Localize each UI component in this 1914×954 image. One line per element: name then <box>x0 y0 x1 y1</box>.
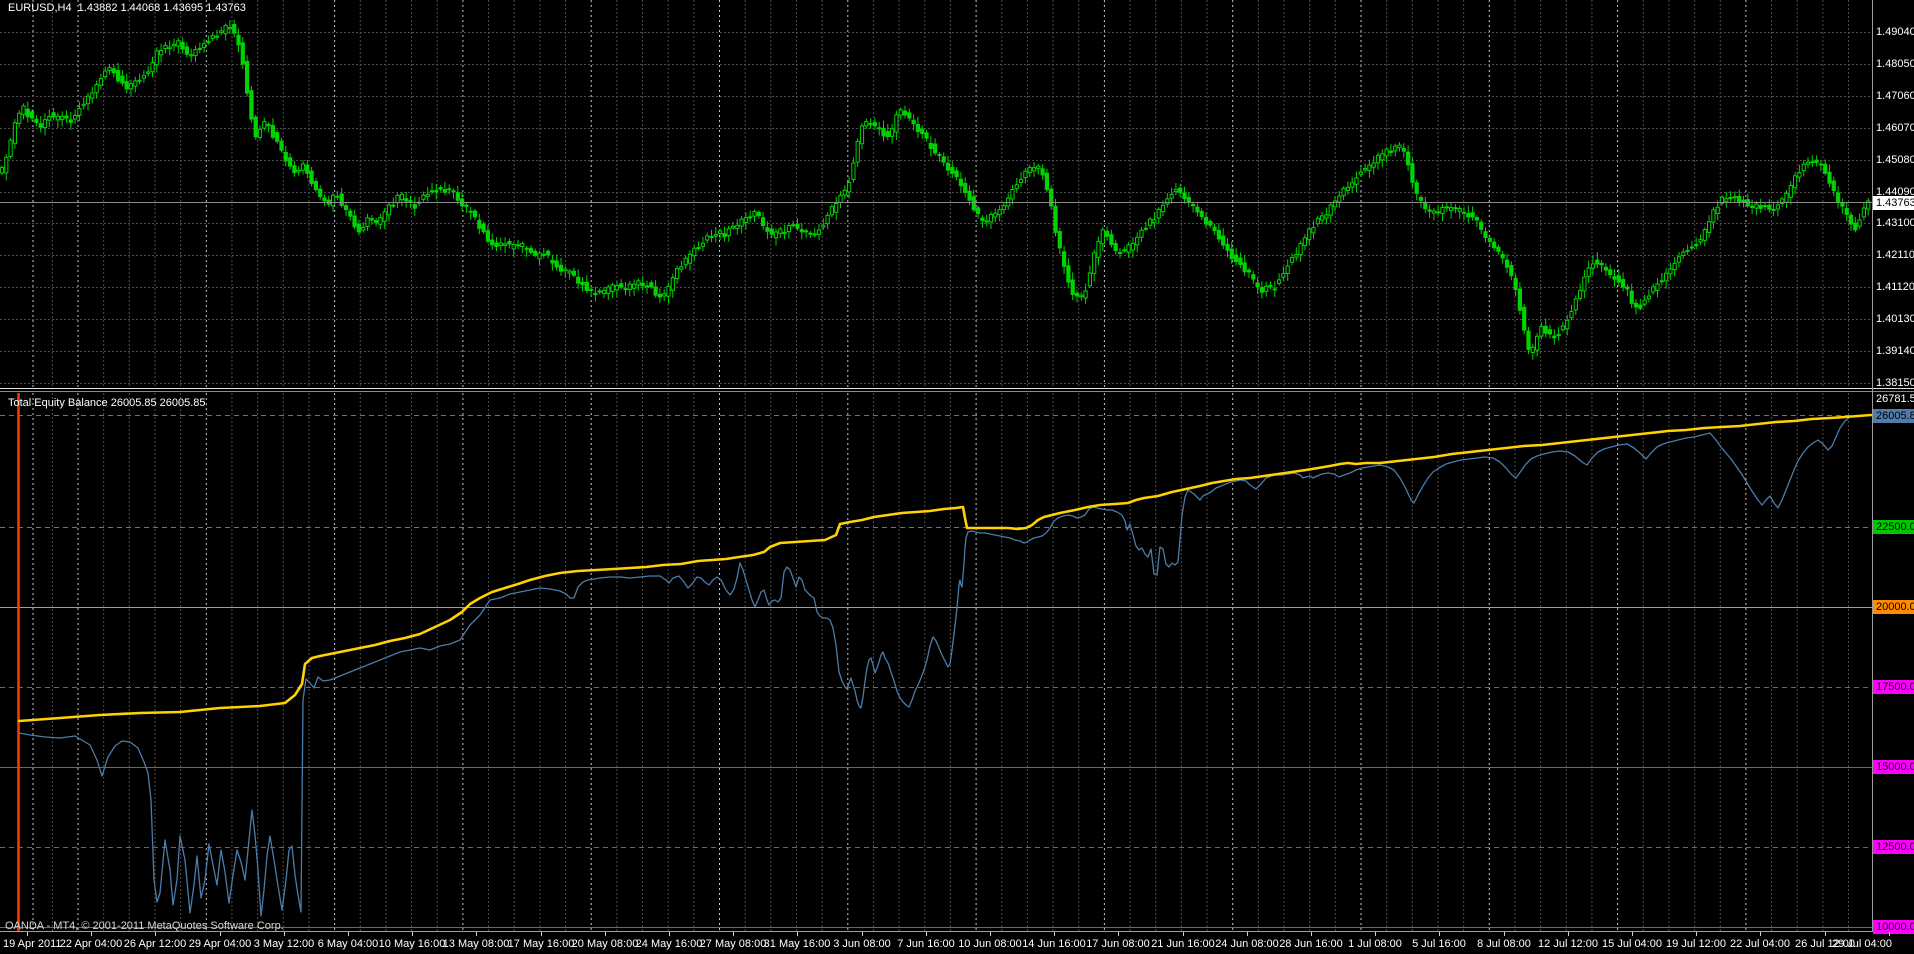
session-grid <box>32 0 1850 388</box>
price-tick-label: 1.40130 <box>1876 313 1914 326</box>
time-label: 12 Jul 12:00 <box>1538 938 1598 950</box>
time-tick <box>412 932 413 936</box>
time-label: 29 Jul 04:00 <box>1832 938 1892 950</box>
time-tick <box>1760 932 1761 936</box>
current-equity-label: 26005.8 <box>1873 408 1914 423</box>
time-tick <box>220 932 221 936</box>
time-label: 22 Apr 04:00 <box>59 938 123 950</box>
time-label: 8 Jul 08:00 <box>1477 938 1531 950</box>
time-label: 22 Jul 04:00 <box>1730 938 1790 950</box>
time-tick <box>1439 932 1440 936</box>
time-label: 13 May 08:00 <box>442 938 510 950</box>
time-label: 3 May 12:00 <box>253 938 315 950</box>
price-axis-border <box>1872 0 1873 931</box>
indicator-max-label: 26781.5 <box>1876 393 1914 405</box>
time-label: 21 Jun 16:00 <box>1151 938 1215 950</box>
time-label: 17 Jun 08:00 <box>1086 938 1150 950</box>
time-tick <box>605 932 606 936</box>
time-label: 27 May 08:00 <box>699 938 767 950</box>
time-tick <box>1632 932 1633 936</box>
time-tick <box>1311 932 1312 936</box>
price-tick-label: 1.38150 <box>1876 377 1914 389</box>
mt4-window: EURUSD,H4 1.43882 1.44068 1.43695 1.4376… <box>0 0 1914 954</box>
time-tick <box>733 932 734 936</box>
panel-divider-shadow <box>0 391 1914 392</box>
time-label: 17 May 16:00 <box>507 938 575 950</box>
time-label: 7 Jun 16:00 <box>897 938 955 950</box>
time-tick <box>1889 932 1890 936</box>
time-label: 10 May 16:00 <box>378 938 446 950</box>
time-tick <box>27 932 28 936</box>
panel-divider[interactable] <box>0 388 1914 389</box>
time-label: 6 May 04:00 <box>317 938 379 950</box>
time-label: 28 Jun 16:00 <box>1279 938 1343 950</box>
time-tick <box>348 932 349 936</box>
time-label: 29 Apr 04:00 <box>188 938 252 950</box>
time-label: 20 May 08:00 <box>571 938 639 950</box>
price-tick-label: 1.48050 <box>1876 57 1914 70</box>
level-value-label: 20000.0 <box>1873 600 1914 614</box>
time-tick <box>476 932 477 936</box>
time-label: 31 May 16:00 <box>763 938 831 950</box>
time-label: 24 May 16:00 <box>635 938 703 950</box>
time-tick <box>1825 932 1826 936</box>
time-axis-border <box>0 931 1914 932</box>
time-label: 1 Jul 08:00 <box>1348 938 1402 950</box>
time-tick <box>797 932 798 936</box>
equity-line <box>18 414 1872 917</box>
time-label: 3 Jun 08:00 <box>833 938 891 950</box>
time-tick <box>1696 932 1697 936</box>
time-label: 14 Jun 16:00 <box>1022 938 1086 950</box>
current-price-label: 1.43763 <box>1873 195 1914 210</box>
time-tick <box>1247 932 1248 936</box>
time-tick <box>862 932 863 936</box>
price-tick-label: 1.47060 <box>1876 89 1914 102</box>
level-value-label: 15000.0 <box>1873 760 1914 774</box>
indicator-title: Total Equity Balance 26005.85 26005.85 <box>8 397 206 409</box>
level-value-label: 22500.0 <box>1873 520 1914 534</box>
price-tick-label: 1.43100 <box>1876 217 1914 230</box>
time-tick <box>155 932 156 936</box>
time-tick <box>1054 932 1055 936</box>
time-label: 26 Apr 12:00 <box>123 938 187 950</box>
session-grid <box>32 393 1850 931</box>
level-value-label: 10000.0 <box>1873 920 1914 934</box>
time-tick <box>1568 932 1569 936</box>
equity-indicator-chart[interactable] <box>0 393 1872 936</box>
time-label: 19 Apr 2011 <box>3 938 62 950</box>
price-tick-label: 1.42110 <box>1876 249 1914 262</box>
price-tick-label: 1.45080 <box>1876 153 1914 166</box>
time-tick <box>926 932 927 936</box>
time-label: 15 Jul 04:00 <box>1602 938 1662 950</box>
time-tick <box>1504 932 1505 936</box>
time-label: 10 Jun 08:00 <box>958 938 1022 950</box>
price-tick-label: 1.46070 <box>1876 121 1914 134</box>
time-label: 5 Jul 16:00 <box>1412 938 1466 950</box>
candle-series <box>0 19 1871 360</box>
level-value-label: 12500.0 <box>1873 840 1914 854</box>
level-lines <box>0 527 1872 928</box>
balance-line <box>17 413 1872 723</box>
price-tick-label: 1.49040 <box>1876 26 1914 38</box>
time-tick <box>91 932 92 936</box>
time-label: 24 Jun 08:00 <box>1215 938 1279 950</box>
time-tick <box>541 932 542 936</box>
level-value-label: 17500.0 <box>1873 680 1914 694</box>
time-label: 19 Jul 12:00 <box>1666 938 1726 950</box>
time-tick <box>990 932 991 936</box>
price-tick-label: 1.41120 <box>1876 281 1914 294</box>
time-tick <box>1375 932 1376 936</box>
price-grid <box>0 32 1872 384</box>
ohlc-info: EURUSD,H4 1.43882 1.44068 1.43695 1.4376… <box>8 2 246 14</box>
time-tick <box>1118 932 1119 936</box>
time-tick <box>1183 932 1184 936</box>
price-tick-label: 1.39140 <box>1876 345 1914 358</box>
main-price-chart[interactable] <box>0 0 1872 388</box>
time-tick <box>284 932 285 936</box>
time-tick <box>669 932 670 936</box>
